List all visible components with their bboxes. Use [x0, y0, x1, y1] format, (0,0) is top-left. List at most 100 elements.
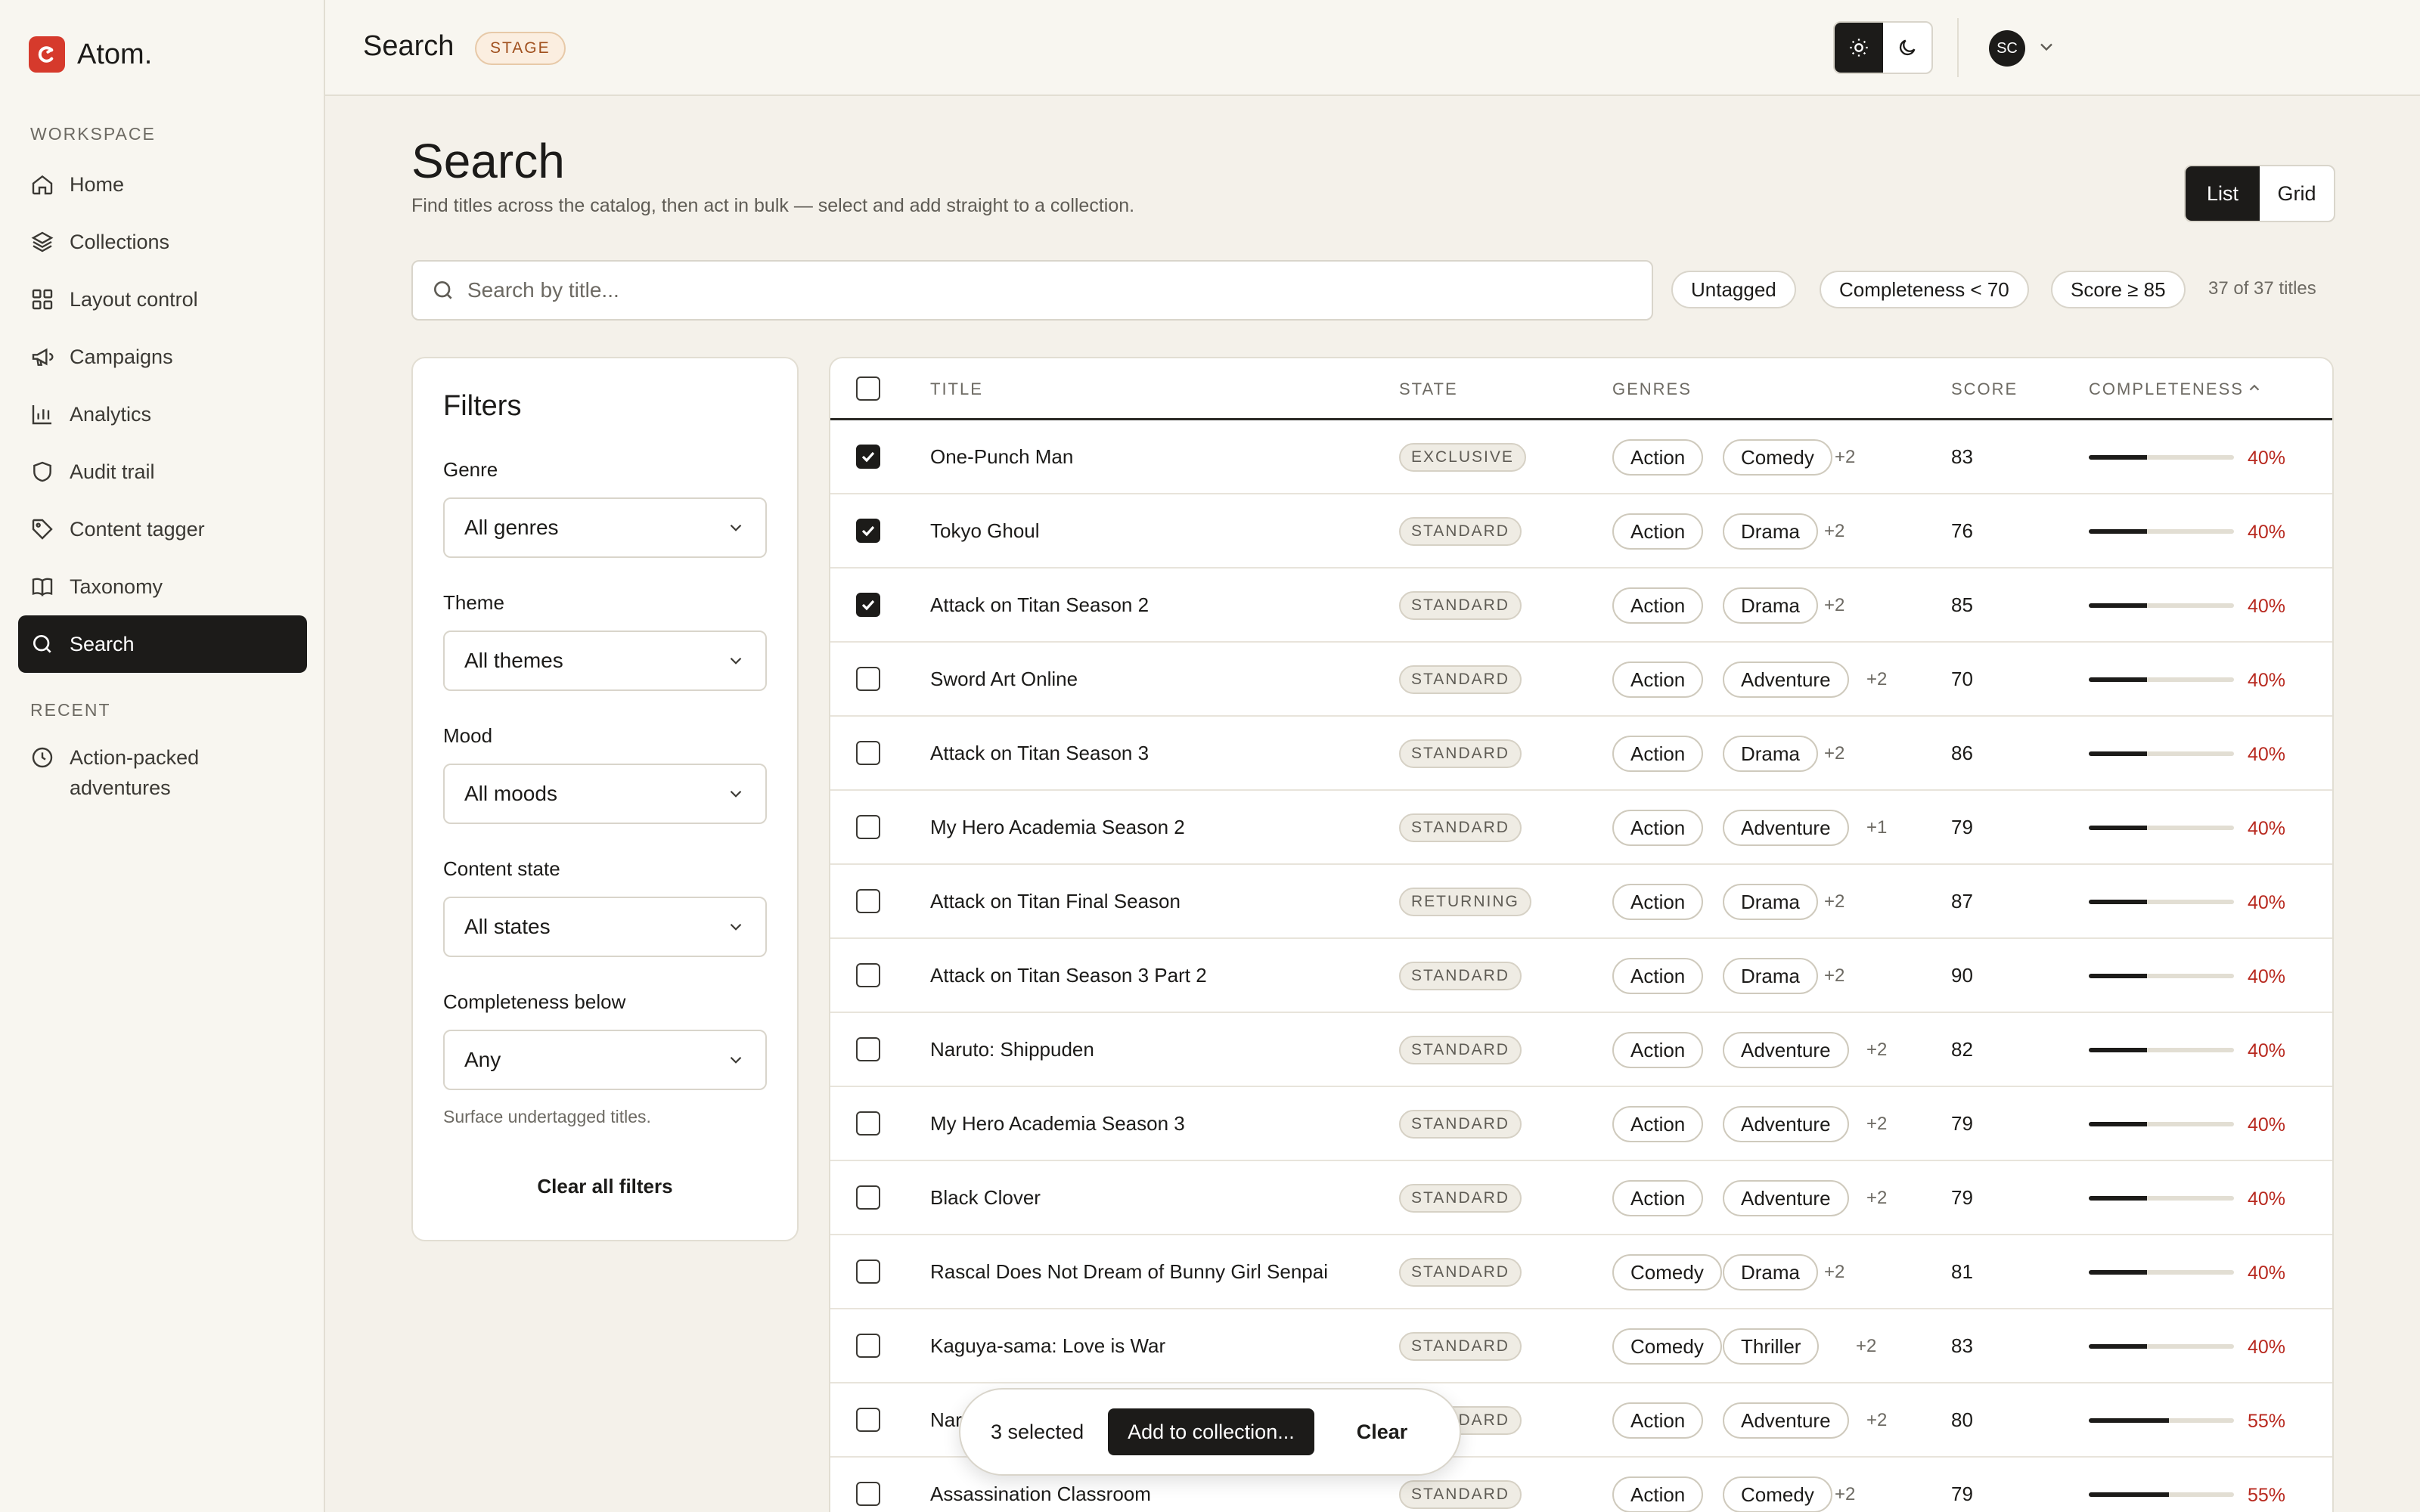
sidebar-item-collections[interactable]: Collections	[18, 213, 307, 271]
row-checkbox[interactable]	[856, 1111, 880, 1136]
content-state-select[interactable]: All states	[443, 897, 767, 957]
sidebar-item-analytics[interactable]: Analytics	[18, 386, 307, 443]
row-checkbox[interactable]	[856, 963, 880, 987]
row-checkbox[interactable]	[856, 1259, 880, 1284]
table-row[interactable]: Rascal Does Not Dream of Bunny Girl Senp…	[830, 1235, 2332, 1309]
completeness-bar-fill	[2089, 751, 2147, 756]
row-title[interactable]: Rascal Does Not Dream of Bunny Girl Senp…	[930, 1260, 1328, 1284]
row-checkbox[interactable]	[856, 667, 880, 691]
check-icon	[861, 451, 875, 463]
table-row[interactable]: Attack on Titan Season 3 Part 2 STANDARD A…	[830, 939, 2332, 1013]
row-checkbox[interactable]	[856, 445, 880, 469]
chevron-down-icon	[730, 790, 742, 798]
row-checkbox[interactable]	[856, 889, 880, 913]
clear-all-filters-button[interactable]: Clear all filters	[413, 1175, 797, 1198]
chip-completeness[interactable]: Completeness < 70	[1820, 271, 2029, 308]
app-name: Atom.	[77, 38, 153, 70]
sidebar-item-campaigns[interactable]: Campaigns	[18, 328, 307, 386]
sidebar-item-search[interactable]: Search	[18, 615, 307, 673]
select-all-checkbox[interactable]	[856, 376, 880, 401]
column-state[interactable]: STATE	[1399, 380, 1458, 399]
completeness-percent: 40%	[2248, 966, 2286, 987]
row-title[interactable]: One-Punch Man	[930, 445, 1073, 469]
row-title[interactable]: Sword Art Online	[930, 668, 1078, 691]
completeness-bar-fill	[2089, 1492, 2169, 1497]
add-to-collection-button[interactable]: Add to collection...	[1108, 1408, 1314, 1455]
chip-score[interactable]: Score ≥ 85	[2051, 271, 2186, 308]
table-row[interactable]: Naruto: Shippuden STANDARD Action Adventure…	[830, 1013, 2332, 1087]
genre-chip: Drama	[1723, 958, 1819, 994]
table-row[interactable]: Attack on Titan Season 2 STANDARD Action Dr…	[830, 569, 2332, 643]
completeness-percent: 55%	[2248, 1485, 2286, 1506]
completeness-bar-fill	[2089, 677, 2147, 682]
search-field[interactable]	[411, 260, 1653, 321]
column-completeness[interactable]: COMPLETENESS	[2089, 380, 2244, 399]
topbar-divider	[1957, 18, 1959, 77]
sidebar: Atom. WORKSPACE Home Collections Layout …	[0, 0, 325, 1512]
row-checkbox[interactable]	[856, 1037, 880, 1061]
row-title[interactable]: Naruto: Shippuden	[930, 1038, 1094, 1061]
row-title[interactable]: Attack on Titan Season 3	[930, 742, 1149, 765]
mood-select[interactable]: All moods	[443, 764, 767, 824]
table-row[interactable]: Attack on Titan Final Season RETURNING Act…	[830, 865, 2332, 939]
theme-select[interactable]: All themes	[443, 631, 767, 691]
table-row[interactable]: Attack on Titan Season 3 STANDARD Action Dr…	[830, 717, 2332, 791]
row-title[interactable]: Tokyo Ghoul	[930, 519, 1040, 543]
row-title[interactable]: Attack on Titan Season 3 Part 2	[930, 964, 1207, 987]
search-icon	[434, 281, 452, 299]
row-title[interactable]: Nar	[930, 1408, 962, 1432]
row-checkbox[interactable]	[856, 1334, 880, 1358]
sidebar-item-audit-trail[interactable]: Audit trail	[18, 443, 307, 500]
table-row[interactable]: Black Clover STANDARD Action Adventure +2 79 4…	[830, 1161, 2332, 1235]
app-logo[interactable]: Atom.	[29, 36, 152, 73]
row-checkbox[interactable]	[856, 519, 880, 543]
more-genres-count: +2	[1824, 965, 1845, 986]
completeness-select[interactable]: Any	[443, 1030, 767, 1090]
list-view-button[interactable]: List	[2186, 166, 2260, 221]
row-checkbox[interactable]	[856, 1185, 880, 1210]
row-checkbox[interactable]	[856, 1482, 880, 1506]
row-title[interactable]: My Hero Academia Season 2	[930, 816, 1185, 839]
column-score[interactable]: SCORE	[1951, 380, 2018, 399]
grid-view-button[interactable]: Grid	[2260, 166, 2334, 221]
table-row[interactable]: My Hero Academia Season 2 STANDARD Action A…	[830, 791, 2332, 865]
row-checkbox[interactable]	[856, 815, 880, 839]
sidebar-item-layout-control[interactable]: Layout control	[18, 271, 307, 328]
chip-untagged[interactable]: Untagged	[1671, 271, 1796, 308]
row-title[interactable]: My Hero Academia Season 3	[930, 1112, 1185, 1136]
table-row[interactable]: Sword Art Online STANDARD Action Adventure +…	[830, 643, 2332, 717]
recent-item[interactable]: Action-packed adventures	[18, 733, 307, 806]
dark-mode-button[interactable]	[1883, 23, 1931, 73]
light-mode-button[interactable]	[1835, 23, 1883, 73]
row-title[interactable]: Attack on Titan Season 2	[930, 593, 1149, 617]
more-genres-count: +2	[1835, 1484, 1856, 1504]
completeness-percent: 40%	[2248, 1263, 2286, 1284]
state-badge: STANDARD	[1399, 1184, 1522, 1213]
table-row[interactable]: My Hero Academia Season 3 STANDARD Action A…	[830, 1087, 2332, 1161]
clear-selection-button[interactable]: Clear	[1357, 1421, 1408, 1444]
sidebar-item-content-tagger[interactable]: Content tagger	[18, 500, 307, 558]
row-checkbox[interactable]	[856, 593, 880, 617]
sidebar-item-home[interactable]: Home	[18, 156, 307, 213]
chevron-up-icon[interactable]	[2246, 380, 2263, 396]
chevron-down-icon[interactable]	[2036, 36, 2057, 57]
column-genres[interactable]: GENRES	[1612, 380, 1692, 399]
search-icon	[33, 635, 51, 653]
row-checkbox[interactable]	[856, 741, 880, 765]
layers-icon	[31, 231, 54, 253]
sidebar-item-taxonomy[interactable]: Taxonomy	[18, 558, 307, 615]
search-input[interactable]	[467, 278, 1602, 302]
user-avatar[interactable]: SC	[1989, 30, 2025, 67]
row-score: 83	[1951, 1334, 1973, 1357]
row-title[interactable]: Attack on Titan Final Season	[930, 890, 1181, 913]
table-row[interactable]: One-Punch Man EXCLUSIVE Action Comedy +2 83 40…	[830, 420, 2332, 494]
row-title[interactable]: Black Clover	[930, 1186, 1041, 1210]
column-title[interactable]: TITLE	[930, 380, 983, 399]
row-title[interactable]: Kaguya-sama: Love is War	[930, 1334, 1165, 1358]
row-checkbox[interactable]	[856, 1408, 880, 1432]
state-badge: STANDARD	[1399, 1258, 1522, 1287]
table-row[interactable]: Kaguya-sama: Love is War STANDARD Comedy Th…	[830, 1309, 2332, 1383]
table-row[interactable]: Tokyo Ghoul STANDARD Action Drama +2 76 40%	[830, 494, 2332, 569]
genre-select[interactable]: All genres	[443, 497, 767, 558]
row-title[interactable]: Assassination Classroom	[930, 1483, 1151, 1506]
